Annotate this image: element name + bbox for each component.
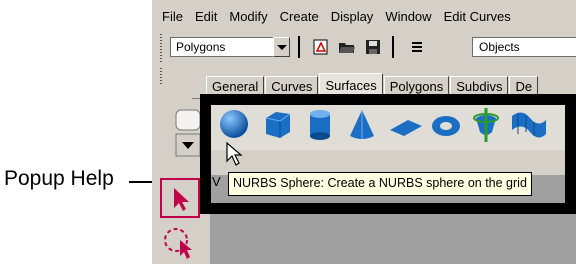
maya-window: File Edit Modify Create Display Window E… — [152, 0, 576, 264]
nurbs-cube-icon[interactable] — [262, 108, 294, 142]
toolbar-separator — [298, 36, 300, 58]
nurbs-cylinder-icon[interactable] — [304, 108, 336, 142]
open-scene-icon[interactable] — [338, 39, 356, 55]
shelf-icon-row — [206, 100, 576, 150]
viewport-corner-label: V — [212, 174, 221, 189]
loft-icon[interactable] — [508, 108, 548, 142]
mouse-cursor-icon — [226, 141, 243, 166]
save-scene-icon[interactable] — [364, 39, 382, 55]
nurbs-cone-icon[interactable] — [346, 108, 378, 142]
menu-display[interactable]: Display — [325, 9, 380, 24]
lasso-icon — [164, 228, 192, 259]
menu-modify[interactable]: Modify — [223, 9, 273, 24]
toolbar-separator — [392, 36, 394, 58]
menu-file[interactable]: File — [152, 9, 189, 24]
tab-deformation[interactable]: De — [509, 76, 539, 98]
popup-help-tooltip: NURBS Sphere: Create a NURBS sphere on t… — [228, 172, 532, 196]
shelf-menu-button[interactable] — [174, 106, 202, 162]
arrow-cursor-icon — [174, 188, 189, 211]
chevron-down-icon[interactable] — [273, 37, 290, 57]
shelf-tab-bar: General Curves Surfaces Polygons Subdivs… — [206, 73, 576, 99]
menu-bar: File Edit Modify Create Display Window E… — [152, 6, 576, 26]
toolbar-grip[interactable] — [160, 34, 162, 62]
select-tool-button[interactable] — [160, 178, 200, 218]
tab-surfaces[interactable]: Surfaces — [319, 73, 383, 99]
menu-edit[interactable]: Edit — [189, 9, 223, 24]
nurbs-torus-icon[interactable] — [430, 108, 462, 142]
toolbox — [158, 176, 202, 264]
tab-subdivs[interactable]: Subdivs — [450, 76, 509, 98]
menu-window[interactable]: Window — [379, 9, 437, 24]
shelf-divider — [192, 98, 576, 99]
lasso-tool-button[interactable] — [160, 222, 200, 262]
tab-polygons[interactable]: Polygons — [383, 76, 450, 98]
nurbs-sphere-icon[interactable] — [218, 108, 250, 142]
revolve-icon[interactable] — [470, 108, 502, 142]
status-line: Polygons Objects — [152, 32, 576, 62]
selection-mode-field[interactable]: Objects — [472, 37, 576, 57]
shelf-grip[interactable] — [160, 68, 162, 86]
tab-general[interactable]: General — [206, 76, 265, 98]
selection-mask-icon[interactable] — [410, 39, 424, 55]
menu-edit-curves[interactable]: Edit Curves — [438, 9, 517, 24]
menu-create[interactable]: Create — [274, 9, 325, 24]
tab-curves[interactable]: Curves — [265, 76, 319, 98]
menu-set-select[interactable]: Polygons — [170, 37, 290, 57]
popup-help-callout-label: Popup Help — [4, 167, 114, 190]
new-scene-icon[interactable] — [312, 39, 330, 55]
nurbs-plane-icon[interactable] — [388, 108, 424, 142]
